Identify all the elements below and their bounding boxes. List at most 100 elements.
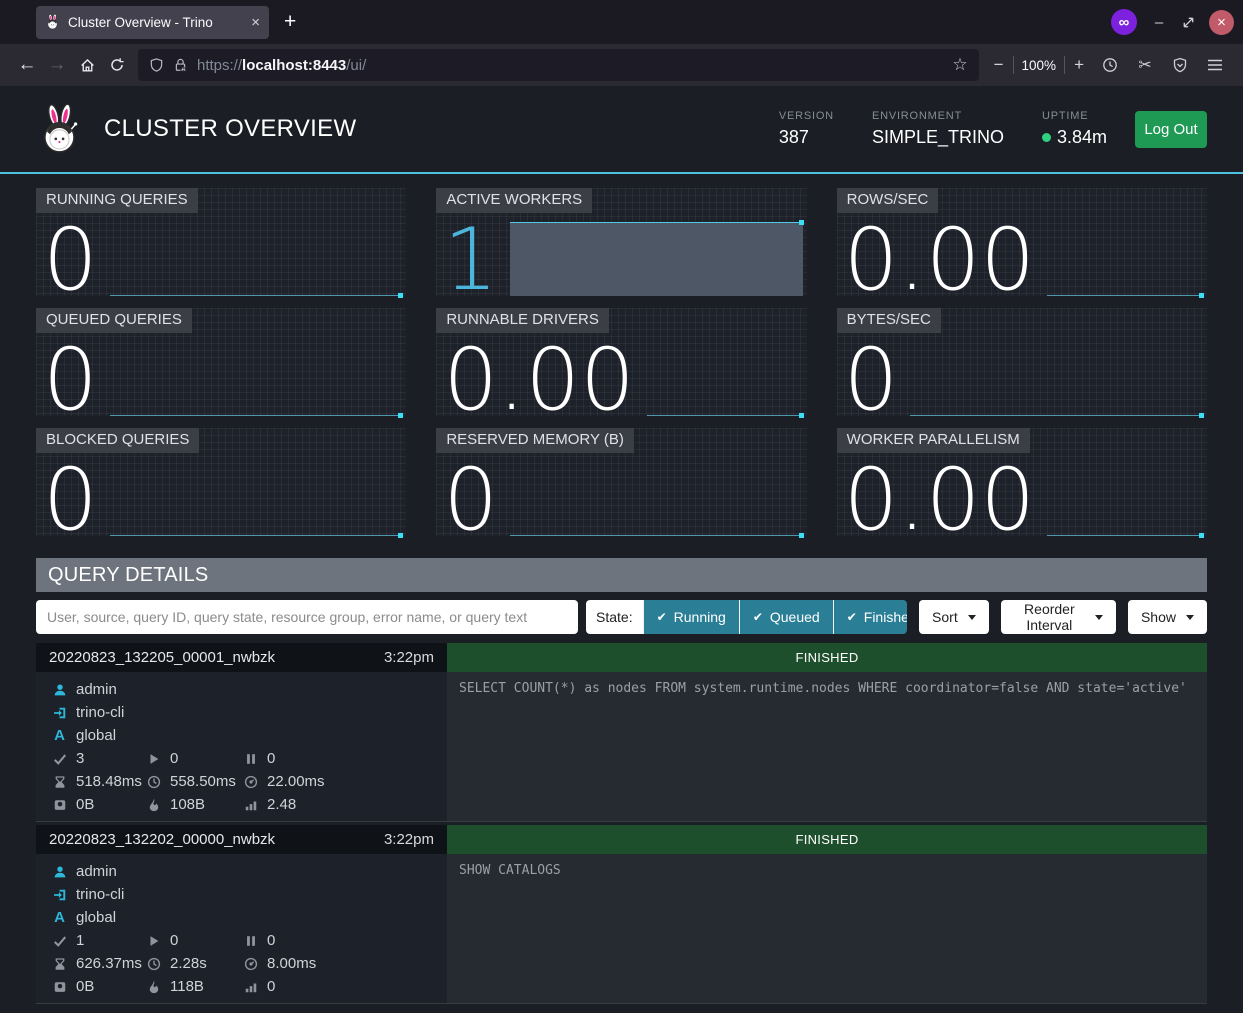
new-tab-button[interactable]: + <box>284 10 296 34</box>
environment-label: ENVIRONMENT <box>872 110 1004 122</box>
query-text: SHOW CATALOGS <box>447 854 1207 1003</box>
font-icon: A <box>52 728 67 743</box>
sparkline-chart <box>110 342 403 416</box>
reorder-interval-dropdown[interactable]: Reorder Interval <box>1001 600 1116 634</box>
logout-button[interactable]: Log Out <box>1135 111 1207 148</box>
screenshot-scissors-icon[interactable]: ✂ <box>1129 50 1161 80</box>
stat-value: 0 <box>844 344 899 416</box>
cluster-header: CLUSTER OVERVIEW VERSION 387 ENVIRONMENT… <box>0 86 1243 174</box>
restore-button[interactable] <box>1181 15 1196 30</box>
completed-splits: 3 <box>76 750 84 767</box>
url-text[interactable]: https://localhost:8443/ui/ <box>197 57 366 74</box>
query-resource-group: global <box>76 909 116 926</box>
filter-queued-button[interactable]: ✔ Queued <box>739 600 833 634</box>
version-label: VERSION <box>779 110 834 122</box>
shield-icon[interactable] <box>149 57 164 73</box>
close-window-button[interactable]: × <box>1209 10 1234 35</box>
sparkline-marker <box>1199 533 1204 538</box>
browser-tab[interactable]: Cluster Overview - Trino × <box>36 6 269 39</box>
sparkline-marker <box>398 293 403 298</box>
hourglass-icon <box>52 956 67 971</box>
gauge-icon <box>243 956 258 971</box>
back-icon[interactable]: ← <box>12 50 42 80</box>
sparkline-chart <box>110 222 403 296</box>
stat-label: ACTIVE WORKERS <box>436 188 592 213</box>
show-dropdown[interactable]: Show <box>1128 600 1207 634</box>
stat-card-running-queries: RUNNING QUERIES 0 <box>36 188 406 296</box>
query-row-header: 20220823_132205_00001_nwbzk 3:22pm FINIS… <box>36 643 1207 672</box>
uptime-status-dot <box>1042 133 1051 142</box>
pause-icon <box>243 933 258 948</box>
menu-hamburger-icon[interactable] <box>1199 50 1231 80</box>
sparkline-chart <box>1047 222 1203 296</box>
private-browsing-icon: ∞ <box>1111 9 1137 35</box>
completed-splits: 1 <box>76 932 84 949</box>
state-filter-label: State: <box>586 600 643 634</box>
sparkline-chart <box>910 342 1203 416</box>
cpu-time: 8.00ms <box>267 955 316 972</box>
stat-value: 0 <box>43 224 98 296</box>
chart-bars-icon <box>243 797 258 812</box>
parallelism: 2.48 <box>267 796 296 813</box>
query-filter-row: State: ✔ Running ✔ Queued ✔ Finished Fai… <box>36 600 1207 634</box>
tab-close-icon[interactable]: × <box>251 14 260 31</box>
queued-splits: 0 <box>267 750 275 767</box>
forward-icon[interactable]: → <box>42 50 72 80</box>
uptime-value: 3.84m <box>1057 127 1107 148</box>
gauge-icon <box>243 774 258 789</box>
environment-block: ENVIRONMENT SIMPLE_TRINO <box>872 110 1004 148</box>
chart-bars-icon <box>243 979 258 994</box>
sparkline-marker <box>799 533 804 538</box>
query-id-link[interactable]: 20220823_132202_00000_nwbzk <box>49 831 275 848</box>
sparkline-chart <box>110 462 403 536</box>
minimize-button[interactable]: – <box>1150 14 1168 31</box>
check-icon: ✔ <box>657 610 667 624</box>
sparkline-marker <box>799 413 804 418</box>
reload-icon[interactable] <box>102 50 132 80</box>
wall-time: 626.37ms <box>76 955 142 972</box>
stat-card-worker-parallelism: WORKER PARALLELISM 0.00 <box>837 428 1207 536</box>
query-time: 3:22pm <box>384 831 434 848</box>
stat-value: 0 <box>43 464 98 536</box>
sort-dropdown[interactable]: Sort <box>919 600 989 634</box>
history-clock-icon[interactable] <box>1094 50 1126 80</box>
environment-value: SIMPLE_TRINO <box>872 127 1004 148</box>
query-source: trino-cli <box>76 886 124 903</box>
running-splits: 0 <box>170 750 178 767</box>
lock-warning-icon[interactable] <box>173 57 188 73</box>
query-stats-panel: admin trino-cli A global 1 0 0 <box>36 854 447 1003</box>
stat-label: QUEUED QUERIES <box>36 308 192 333</box>
query-search-input[interactable] <box>36 600 578 634</box>
filter-running-button[interactable]: ✔ Running <box>643 600 739 634</box>
running-splits: 0 <box>170 932 178 949</box>
query-id-link[interactable]: 20220823_132205_00001_nwbzk <box>49 649 275 666</box>
tab-title: Cluster Overview - Trino <box>68 15 213 30</box>
filter-finished-button[interactable]: ✔ Finished <box>833 600 907 634</box>
sign-in-icon <box>52 887 67 902</box>
home-icon[interactable] <box>72 50 102 80</box>
cumulative-memory: 108B <box>170 796 205 813</box>
caret-down-icon <box>1186 615 1194 620</box>
stat-value: 1 <box>443 224 498 296</box>
zoom-in-icon[interactable]: + <box>1067 55 1091 75</box>
fire-icon <box>146 979 161 994</box>
stat-value: 0.00 <box>844 464 1035 536</box>
query-row-body: admin trino-cli A global 1 0 0 <box>36 854 1207 1004</box>
query-stats-panel: admin trino-cli A global 3 0 0 <box>36 672 447 821</box>
trino-favicon <box>45 14 61 30</box>
shield-chevron-icon[interactable] <box>1164 50 1196 80</box>
query-details-title: QUERY DETAILS <box>36 558 1207 592</box>
sparkline-marker <box>1199 293 1204 298</box>
zoom-level[interactable]: 100% <box>1016 58 1063 73</box>
url-bar[interactable]: https://localhost:8443/ui/ ☆ <box>138 49 979 81</box>
caret-down-icon <box>968 615 976 620</box>
bookmark-star-icon[interactable]: ☆ <box>952 55 967 75</box>
caret-down-icon <box>1095 615 1103 620</box>
sparkline-chart <box>510 462 803 536</box>
stat-label: RESERVED MEMORY (B) <box>436 428 634 453</box>
stat-card-rows-sec: ROWS/SEC 0.00 <box>837 188 1207 296</box>
stat-card-active-workers: ACTIVE WORKERS 1 <box>436 188 806 296</box>
zoom-out-icon[interactable]: − <box>987 55 1011 75</box>
version-value: 387 <box>779 127 834 148</box>
sparkline-chart <box>510 222 803 296</box>
